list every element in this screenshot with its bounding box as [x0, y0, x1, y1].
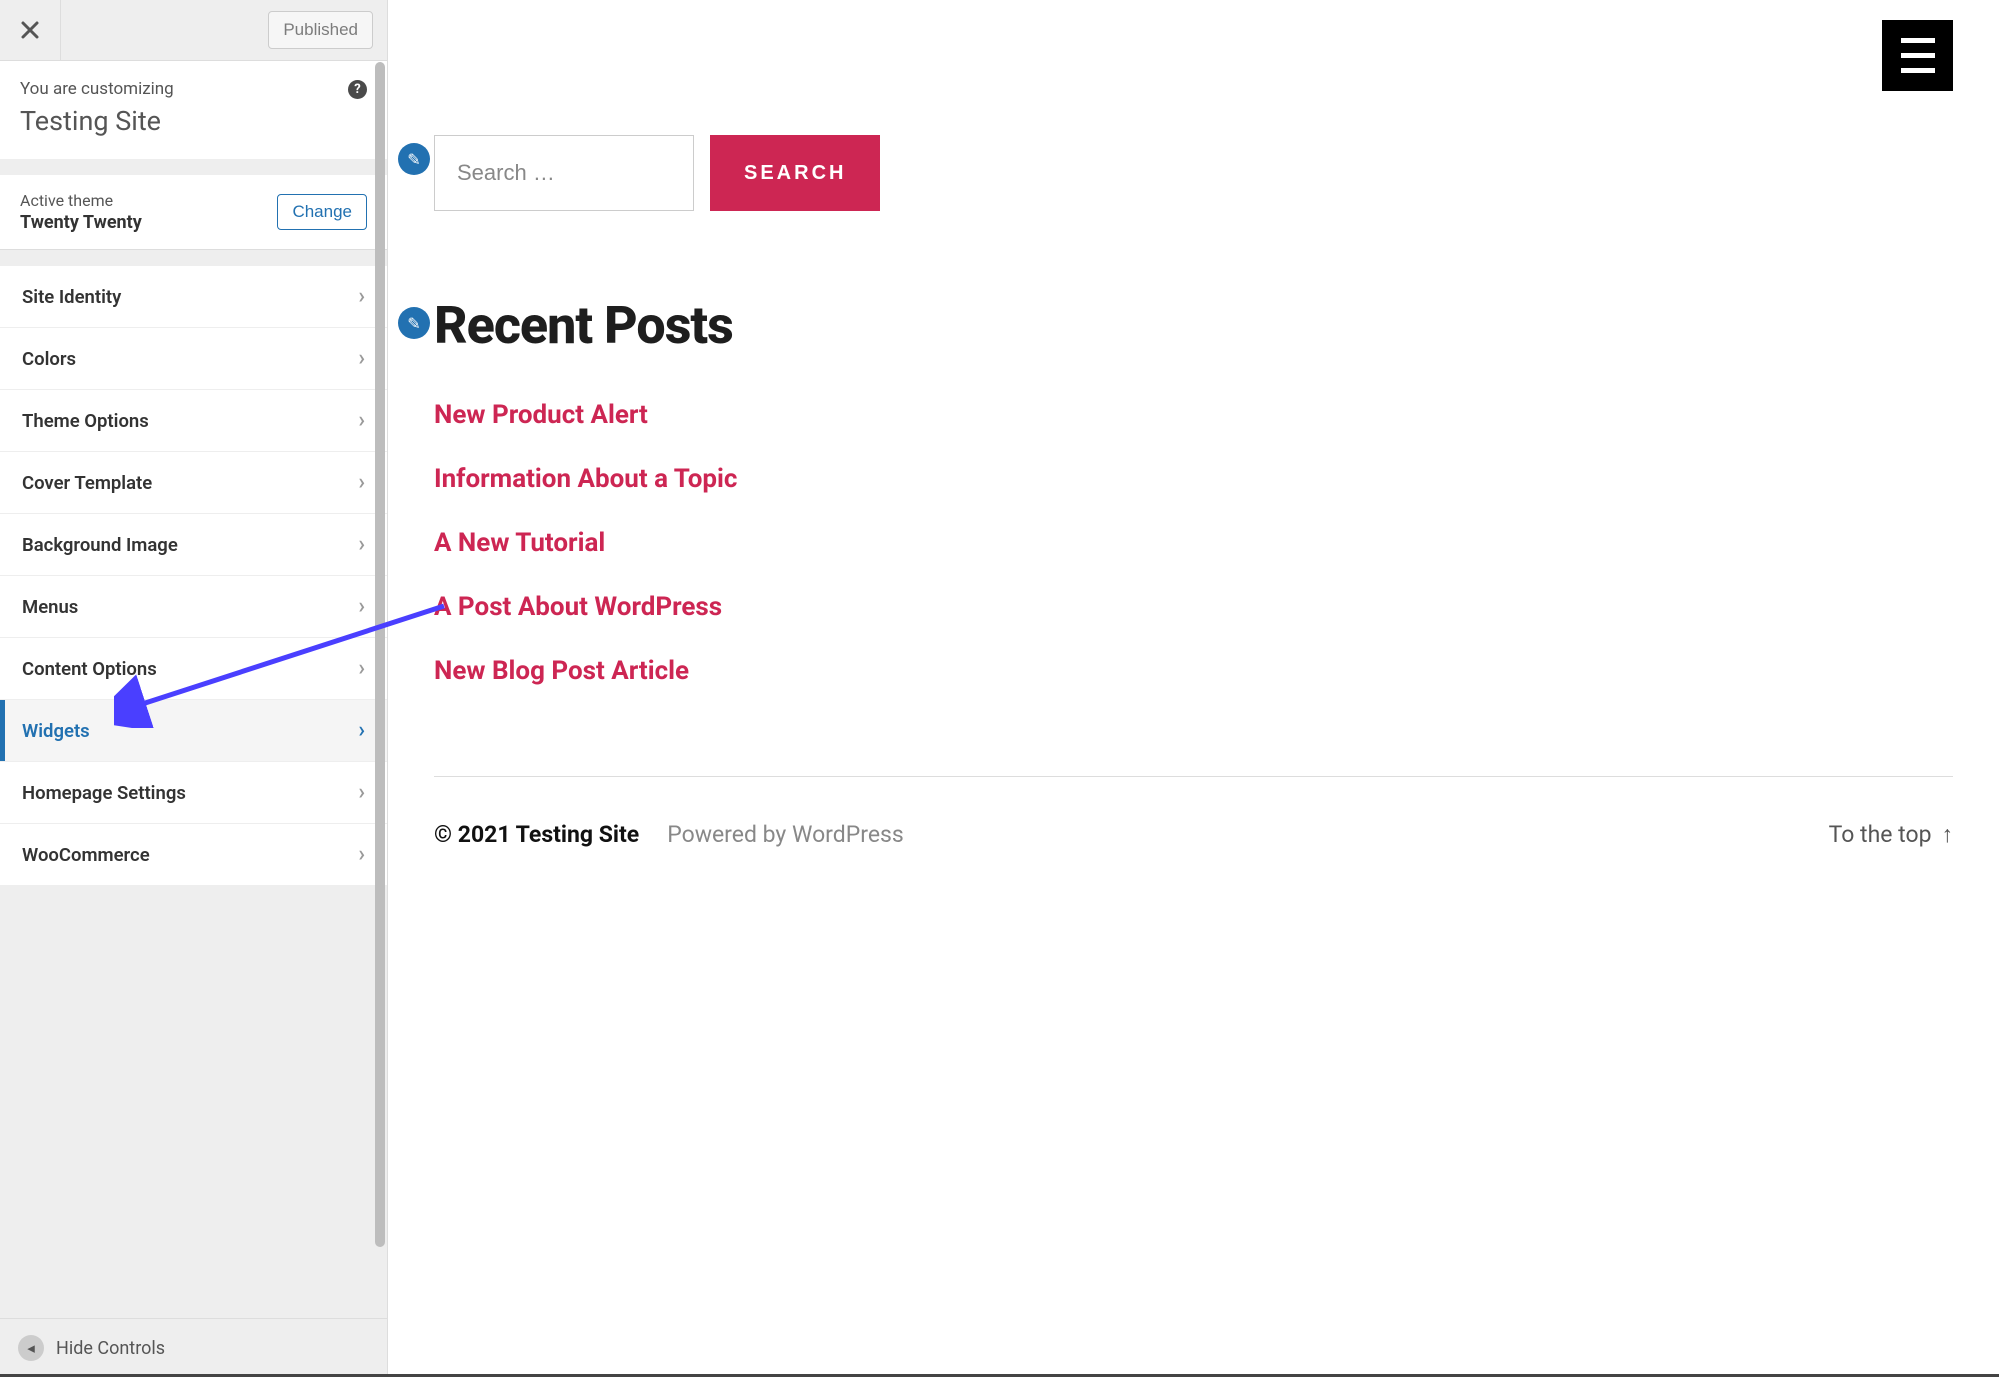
recent-posts-widget-block: ✎ Recent Posts New Product Alert Informa…	[434, 295, 1953, 686]
sidebar-item-label: WooCommerce	[22, 844, 150, 866]
sidebar-item-label: Homepage Settings	[22, 782, 186, 804]
sidebar-spacer-2	[0, 250, 387, 266]
sidebar-item-menus[interactable]: Menus ›	[0, 576, 387, 638]
chevron-right-icon: ›	[358, 656, 365, 681]
customizer-menu: Site Identity › Colors › Theme Options ›…	[0, 266, 387, 886]
sidebar-item-colors[interactable]: Colors ›	[0, 328, 387, 390]
recent-post-link[interactable]: A Post About WordPress	[434, 592, 1953, 622]
chevron-right-icon: ›	[358, 532, 365, 557]
footer-powered-by[interactable]: Powered by WordPress	[667, 821, 904, 848]
sidebar-scrollbar-thumb[interactable]	[375, 62, 385, 1247]
preview-pane: ✎ SEARCH ✎ Recent Posts New Product Aler…	[388, 0, 1999, 1377]
to-top-label: To the top	[1829, 821, 1932, 848]
sidebar-item-label: Site Identity	[22, 286, 121, 308]
chevron-right-icon: ›	[358, 470, 365, 495]
chevron-right-icon: ›	[358, 346, 365, 371]
edit-search-widget-button[interactable]: ✎	[398, 143, 430, 175]
active-theme-label: Active theme	[20, 191, 142, 210]
hamburger-bar-icon	[1901, 38, 1935, 43]
published-button[interactable]: Published	[268, 11, 373, 49]
search-widget-block: ✎ SEARCH	[434, 135, 1953, 211]
help-icon[interactable]: ?	[348, 80, 367, 99]
sidebar-top-bar: Published	[0, 0, 387, 61]
customizer-sidebar: Published You are customizing ? Testing …	[0, 0, 388, 1377]
close-icon	[20, 20, 40, 40]
customizing-header: You are customizing ? Testing Site	[0, 61, 387, 159]
to-top-link[interactable]: To the top ↑	[1829, 821, 1953, 848]
hide-controls-label: Hide Controls	[56, 1338, 165, 1359]
sidebar-item-site-identity[interactable]: Site Identity ›	[0, 266, 387, 328]
footer-copyright: © 2021 Testing Site	[434, 821, 639, 848]
site-title: Testing Site	[20, 105, 367, 137]
hamburger-bar-icon	[1901, 68, 1935, 73]
chevron-right-icon: ›	[358, 408, 365, 433]
customizing-label: You are customizing	[20, 79, 174, 99]
sidebar-item-label: Menus	[22, 596, 78, 618]
collapse-left-icon: ◂	[18, 1335, 44, 1361]
sidebar-item-homepage-settings[interactable]: Homepage Settings ›	[0, 762, 387, 824]
footer-divider	[434, 776, 1953, 777]
sidebar-item-cover-template[interactable]: Cover Template ›	[0, 452, 387, 514]
sidebar-item-widgets[interactable]: Widgets ›	[0, 700, 387, 762]
sidebar-item-label: Theme Options	[22, 410, 149, 432]
sidebar-item-label: Cover Template	[22, 472, 152, 494]
change-theme-button[interactable]: Change	[277, 194, 367, 230]
recent-posts-heading: Recent Posts	[434, 295, 1953, 356]
hamburger-bar-icon	[1901, 53, 1935, 58]
hamburger-menu-button[interactable]	[1882, 20, 1953, 91]
sidebar-item-label: Content Options	[22, 658, 157, 680]
chevron-right-icon: ›	[358, 780, 365, 805]
site-footer: © 2021 Testing Site Powered by WordPress…	[434, 821, 1953, 848]
recent-posts-list: New Product Alert Information About a To…	[434, 400, 1953, 686]
active-theme-name: Twenty Twenty	[20, 212, 142, 233]
edit-recent-posts-widget-button[interactable]: ✎	[398, 307, 430, 339]
recent-post-link[interactable]: A New Tutorial	[434, 528, 1953, 558]
sidebar-item-content-options[interactable]: Content Options ›	[0, 638, 387, 700]
up-arrow-icon: ↑	[1942, 821, 1954, 848]
sidebar-item-background-image[interactable]: Background Image ›	[0, 514, 387, 576]
sidebar-item-label: Widgets	[22, 720, 90, 742]
sidebar-scrollbar[interactable]	[371, 62, 385, 1323]
sidebar-item-label: Background Image	[22, 534, 178, 556]
close-customizer-button[interactable]	[0, 0, 61, 61]
hide-controls-button[interactable]: ◂ Hide Controls	[0, 1318, 387, 1377]
sidebar-item-theme-options[interactable]: Theme Options ›	[0, 390, 387, 452]
sidebar-item-label: Colors	[22, 348, 76, 370]
pencil-icon: ✎	[407, 150, 420, 169]
chevron-right-icon: ›	[358, 842, 365, 867]
sidebar-item-woocommerce[interactable]: WooCommerce ›	[0, 824, 387, 886]
chevron-right-icon: ›	[358, 284, 365, 309]
search-input[interactable]	[434, 135, 694, 211]
chevron-right-icon: ›	[358, 594, 365, 619]
active-theme-card: Active theme Twenty Twenty Change	[0, 175, 387, 250]
chevron-right-icon: ›	[358, 718, 365, 743]
recent-post-link[interactable]: New Blog Post Article	[434, 656, 1953, 686]
recent-post-link[interactable]: New Product Alert	[434, 400, 1953, 430]
pencil-icon: ✎	[407, 314, 420, 333]
search-button[interactable]: SEARCH	[710, 135, 880, 211]
recent-post-link[interactable]: Information About a Topic	[434, 464, 1953, 494]
sidebar-spacer	[0, 159, 387, 175]
